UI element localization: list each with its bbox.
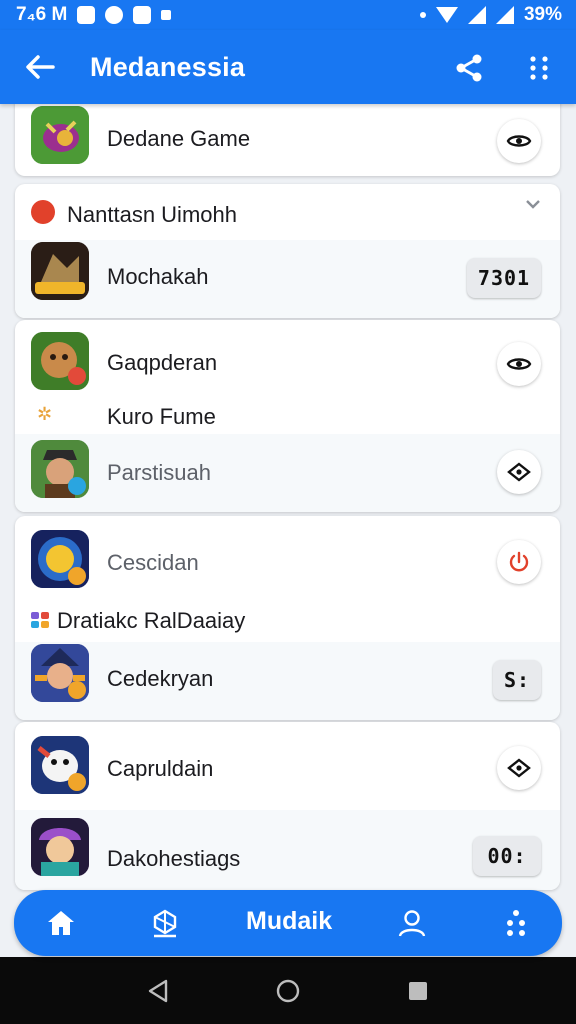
- app-row[interactable]: Cescidan: [15, 516, 560, 606]
- dots-icon: [507, 910, 525, 936]
- signal-icon: [467, 6, 486, 24]
- signal-icon: [495, 6, 514, 24]
- wifi-icon: [435, 7, 458, 23]
- app-card: Gaqpderan ✲ Kuro Fume Parstisuah: [15, 320, 560, 512]
- battery-level: 39%: [523, 4, 562, 25]
- app-name: Parstisuah: [107, 460, 211, 485]
- app-row[interactable]: Parstisuah: [15, 434, 560, 512]
- action-button[interactable]: S:: [493, 660, 541, 700]
- system-navigation-bar: [0, 957, 576, 1024]
- back-button[interactable]: [0, 30, 80, 104]
- app-row[interactable]: Mochakah 7301: [15, 240, 560, 318]
- nav-games[interactable]: [143, 901, 187, 945]
- section-subtitle: Dratiakc RalDaaiay: [57, 608, 246, 633]
- eye-icon: [506, 135, 532, 147]
- arrow-left-icon: [26, 55, 55, 79]
- app-card: Dedane Game: [15, 92, 560, 176]
- app-row[interactable]: Dedane Game: [15, 92, 560, 176]
- game-icon: [31, 818, 89, 876]
- view-button[interactable]: [497, 746, 541, 790]
- square-recents-icon: [409, 982, 427, 1000]
- diamond-icon: [507, 758, 531, 778]
- dot-icon: [419, 12, 426, 18]
- diamond-icon: [507, 462, 531, 482]
- triangle-back-icon: [148, 979, 168, 1003]
- app-name: Mochakah: [107, 264, 209, 289]
- app-row[interactable]: Gaqpderan: [15, 320, 560, 404]
- category-icon: [31, 612, 49, 628]
- system-recents-button[interactable]: [404, 977, 432, 1005]
- game-icon: [31, 644, 89, 702]
- eye-icon: [506, 358, 532, 370]
- app-name: Gaqpderan: [107, 350, 218, 375]
- game-icon: [31, 440, 89, 498]
- system-back-button[interactable]: [144, 977, 172, 1005]
- game-icon: [31, 242, 89, 300]
- view-button[interactable]: [497, 119, 541, 163]
- app-card: Cescidan Dratiakc RalDaaiay Cedekryan S:: [15, 516, 560, 720]
- view-button[interactable]: [497, 450, 541, 494]
- messenger-icon: [77, 6, 96, 24]
- more-options-button[interactable]: [518, 47, 560, 89]
- status-time: 7₄6 M: [16, 4, 68, 25]
- game-icon: [31, 736, 89, 794]
- action-button[interactable]: 7301: [467, 258, 541, 298]
- square-icon: [161, 10, 172, 20]
- status-bar: 7₄6 M 39%: [0, 0, 576, 30]
- nav-more[interactable]: [494, 901, 538, 945]
- circle-home-icon: [276, 979, 300, 1003]
- game-icon: [31, 332, 89, 390]
- app-row[interactable]: Dakohestiags 00:: [15, 810, 560, 890]
- app-name: Cescidan: [107, 550, 199, 575]
- bottom-navigation: Mudaik: [14, 890, 562, 956]
- app-name: Dakohestiags: [107, 846, 241, 871]
- chevron-down-icon: [526, 200, 540, 209]
- section-title: Nanttasn Uimohh: [67, 202, 237, 227]
- power-button[interactable]: [497, 540, 541, 584]
- app-card: Capruldain Dakohestiags 00:: [15, 722, 560, 890]
- app-row[interactable]: Capruldain: [15, 722, 560, 810]
- nav-profile[interactable]: [390, 901, 434, 945]
- app-card: Nanttasn Uimohh Mochakah 7301: [15, 184, 560, 318]
- dots-grid-icon: [530, 56, 548, 80]
- notification-icon: [105, 6, 124, 24]
- user-icon: [398, 910, 426, 937]
- app-row[interactable]: Cedekryan S:: [15, 642, 560, 720]
- game-icon: [31, 530, 89, 588]
- sparkle-icon: ✲: [37, 404, 53, 424]
- nav-label[interactable]: Mudaik: [246, 907, 332, 936]
- app-name: Dedane Game: [107, 126, 251, 151]
- system-home-button[interactable]: [274, 977, 302, 1005]
- nav-home[interactable]: [39, 901, 83, 945]
- cube-icon: [153, 909, 177, 938]
- share-button[interactable]: [448, 47, 490, 89]
- app-name: Cedekryan: [107, 666, 214, 691]
- home-icon: [48, 911, 74, 935]
- action-button[interactable]: 00:: [473, 836, 541, 876]
- media-icon: [133, 6, 152, 24]
- view-button[interactable]: [497, 342, 541, 386]
- share-icon: [456, 54, 482, 82]
- game-icon: [31, 106, 89, 164]
- section-icon: [31, 200, 55, 224]
- page-title: Medanessia: [90, 51, 246, 82]
- power-icon: [509, 551, 529, 572]
- section-subtitle: Kuro Fume: [107, 404, 216, 429]
- app-bar: Medanessia: [0, 30, 576, 104]
- app-name: Capruldain: [107, 756, 214, 781]
